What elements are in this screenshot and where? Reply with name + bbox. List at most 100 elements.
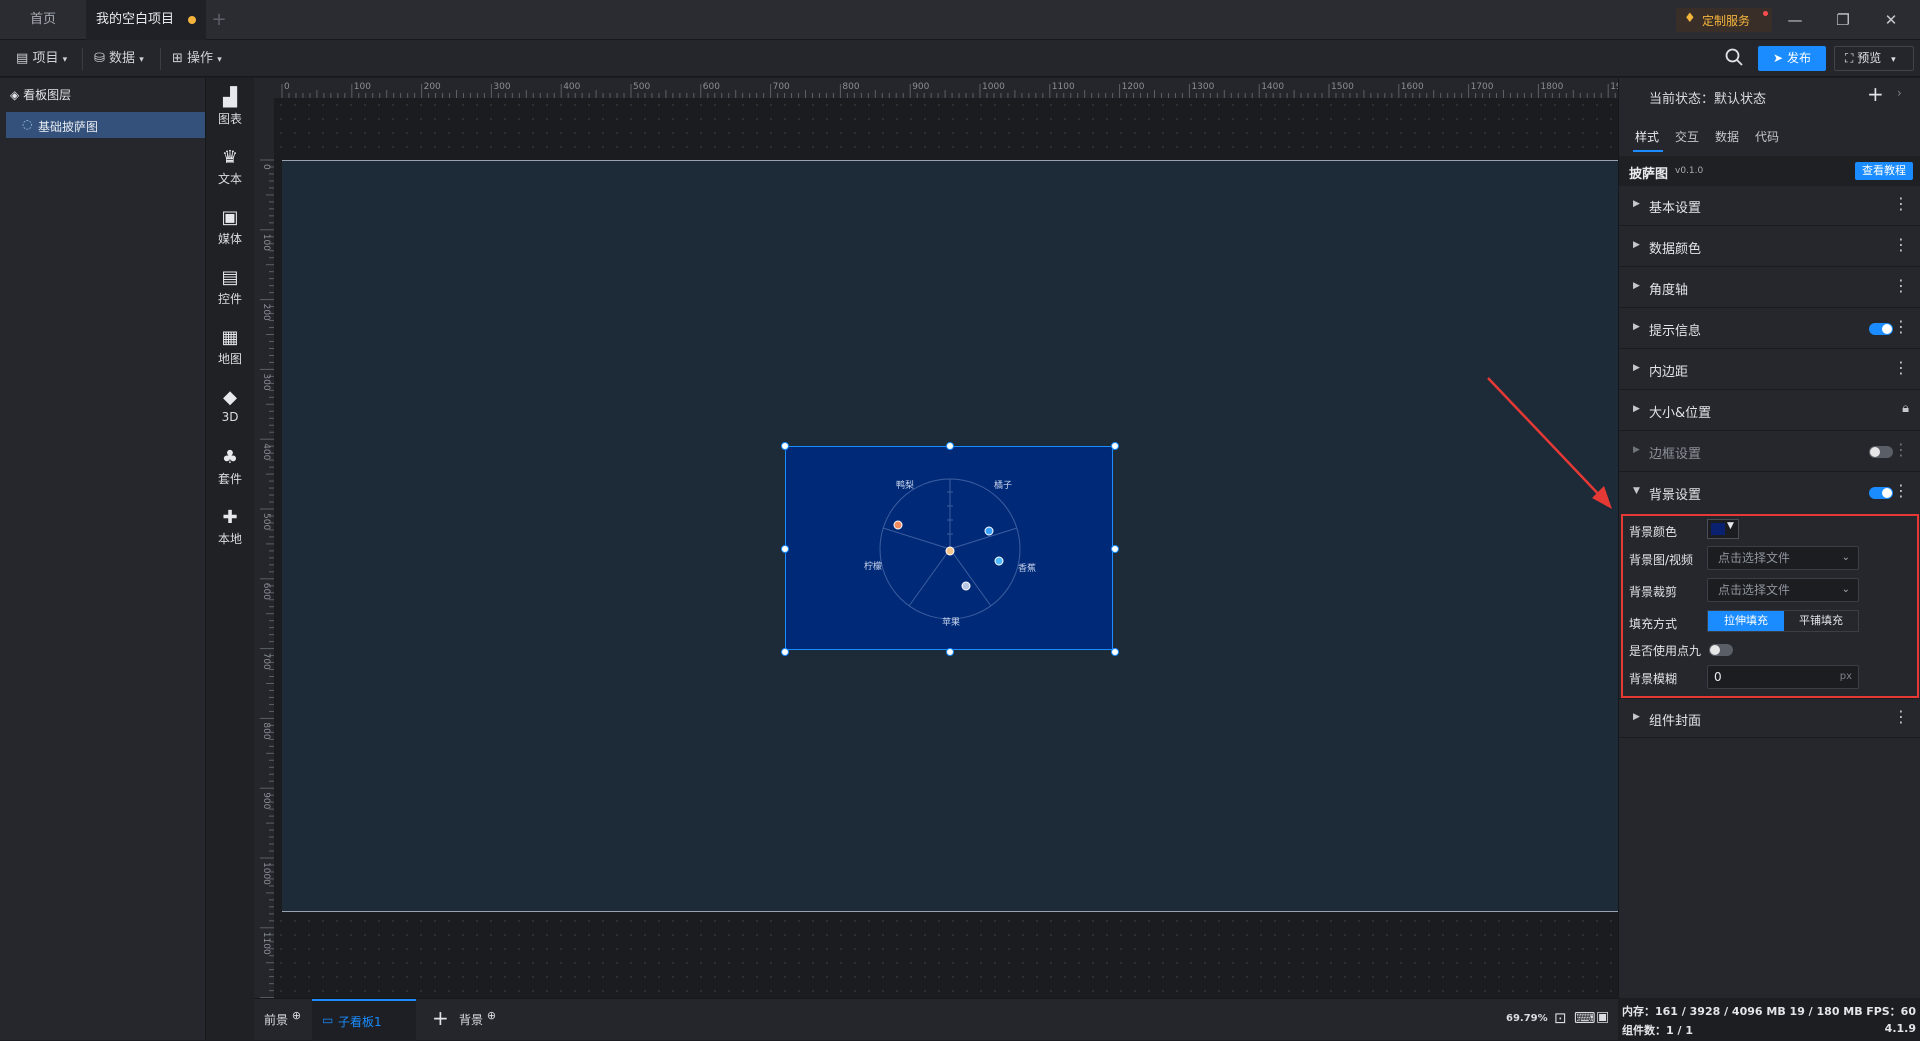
component-widget[interactable]: ▤ 控件 bbox=[206, 268, 254, 307]
section-border[interactable]: ▶ 边框设置 ⋮ bbox=[1619, 432, 1920, 472]
component-local[interactable]: ✚ 本地 bbox=[206, 508, 254, 547]
preview-button[interactable]: ⛶ 预览 ▾ bbox=[1834, 46, 1914, 71]
foreground-tab[interactable]: 前景 ⊕ bbox=[264, 1009, 301, 1028]
resize-handle[interactable] bbox=[1111, 442, 1119, 450]
tooltip-toggle[interactable] bbox=[1869, 323, 1893, 335]
ruler-tick-label: 700 bbox=[261, 653, 271, 670]
border-toggle[interactable] bbox=[1869, 446, 1893, 458]
section-tooltip[interactable]: ▶ 提示信息 ⋮ bbox=[1619, 309, 1920, 349]
resize-handle[interactable] bbox=[946, 442, 954, 450]
resize-handle[interactable] bbox=[946, 648, 954, 656]
fit-screen-icon[interactable]: ⊡ bbox=[1554, 1009, 1567, 1027]
map-icon: ▦ bbox=[221, 327, 239, 348]
more-vert-icon[interactable]: ⋮ bbox=[1893, 235, 1909, 254]
chevron-right-icon[interactable]: › bbox=[1897, 86, 1902, 100]
bg-color-picker[interactable]: ▼ bbox=[1707, 519, 1739, 539]
close-button[interactable]: ✕ bbox=[1868, 0, 1914, 40]
tab-home[interactable]: 首页 bbox=[0, 0, 86, 40]
add-state-button[interactable]: + bbox=[1867, 82, 1884, 106]
lock-icon[interactable]: 🔒︎ bbox=[1902, 401, 1909, 416]
resize-handle[interactable] bbox=[1111, 545, 1119, 553]
bg-image-select[interactable]: 点击选择文件 ⌄ bbox=[1707, 546, 1859, 570]
tutorial-button[interactable]: 查看教程 bbox=[1855, 162, 1913, 180]
horizontal-ruler[interactable]: 0 100 200 300 400 500 600 700 800 900 1000 1100 1200… bbox=[254, 78, 1618, 98]
add-circle-icon[interactable]: ⊕ bbox=[292, 1009, 301, 1022]
tab-data[interactable]: 数据 bbox=[1715, 128, 1739, 145]
ruler-tick-label: 1800 bbox=[1540, 82, 1563, 92]
canvas-area[interactable]: 0 100 200 300 400 500 600 700 800 900 1000 1100 1200… bbox=[254, 78, 1618, 998]
component-map[interactable]: ▦ 地图 bbox=[206, 328, 254, 367]
resize-handle[interactable] bbox=[781, 442, 789, 450]
tab-project[interactable]: 我的空白项目 bbox=[86, 0, 206, 40]
component-3d[interactable]: ◆ 3D bbox=[206, 388, 254, 425]
ruler-tick-label: 800 bbox=[842, 82, 859, 92]
more-vert-icon[interactable]: ⋮ bbox=[1893, 707, 1909, 726]
background-tab[interactable]: 背景 ⊕ bbox=[459, 1009, 496, 1028]
publish-button[interactable]: ➤ 发布 bbox=[1758, 46, 1826, 71]
ruler-tick-label: 1600 bbox=[1401, 82, 1424, 92]
chart-icon: ▟ bbox=[223, 87, 237, 108]
section-size-position[interactable]: ▶ 大小&位置 🔒︎ bbox=[1619, 391, 1920, 431]
fill-tile-option[interactable]: 平铺填充 bbox=[1784, 611, 1858, 631]
nine-patch-label: 是否使用点九 bbox=[1629, 644, 1702, 658]
restore-button[interactable]: ❐ bbox=[1820, 0, 1866, 40]
more-vert-icon[interactable]: ⋮ bbox=[1893, 276, 1909, 295]
custom-service-button[interactable]: ♦ 定制服务 bbox=[1676, 8, 1772, 32]
board-tab-label: 子看板1 bbox=[338, 1015, 382, 1029]
component-text[interactable]: ♛ 文本 bbox=[206, 148, 254, 187]
ruler-tick-label: 1900 bbox=[1610, 82, 1618, 92]
preview-label: 预览 bbox=[1857, 51, 1882, 65]
keyboard-icon[interactable]: ⌨ bbox=[1574, 1009, 1596, 1027]
component-chart[interactable]: ▟ 图表 bbox=[206, 88, 254, 127]
tab-code[interactable]: 代码 bbox=[1755, 128, 1779, 145]
new-tab-button[interactable]: + bbox=[208, 0, 230, 40]
section-background[interactable]: ▼ 背景设置 ⋮ bbox=[1619, 473, 1920, 513]
pizza-chart[interactable]: 鸭梨 橘子 香蕉 苹果 柠檬 bbox=[785, 446, 1113, 650]
layer-item-label: 基础披萨图 bbox=[38, 120, 99, 134]
tab-interaction[interactable]: 交互 bbox=[1675, 128, 1699, 145]
component-suite[interactable]: ♣ 套件 bbox=[206, 448, 254, 487]
more-vert-icon[interactable]: ⋮ bbox=[1893, 481, 1909, 500]
resize-handle[interactable] bbox=[781, 648, 789, 656]
section-cover[interactable]: ▶ 组件封面 ⋮ bbox=[1619, 698, 1920, 738]
section-padding[interactable]: ▶ 内边距 ⋮ bbox=[1619, 350, 1920, 390]
vertical-ruler[interactable]: 0 100 200 300 400 500 600 700 800 900 1000 1100 bbox=[254, 98, 274, 998]
search-icon[interactable] bbox=[1724, 47, 1746, 69]
component-media[interactable]: ▣ 媒体 bbox=[206, 208, 254, 247]
minimize-button[interactable]: — bbox=[1772, 0, 1818, 40]
media-icon: ▣ bbox=[221, 207, 239, 228]
background-toggle[interactable] bbox=[1869, 487, 1893, 499]
section-label: 角度轴 bbox=[1649, 283, 1689, 298]
add-board-button[interactable]: + bbox=[432, 1006, 449, 1030]
ruler-tick-label: 200 bbox=[424, 82, 441, 92]
ruler-tick-label: 300 bbox=[493, 82, 510, 92]
board-tab[interactable]: ▭ 子看板1 bbox=[312, 999, 416, 1041]
more-vert-icon[interactable]: ⋮ bbox=[1893, 194, 1909, 213]
layer-item[interactable]: ◌ 基础披萨图 bbox=[6, 112, 205, 138]
resize-handle[interactable] bbox=[781, 545, 789, 553]
section-angle-axis[interactable]: ▶ 角度轴 ⋮ bbox=[1619, 268, 1920, 308]
add-circle-icon[interactable]: ⊕ bbox=[487, 1009, 496, 1022]
resize-handle[interactable] bbox=[1111, 648, 1119, 656]
section-label: 数据颜色 bbox=[1649, 242, 1702, 257]
terminal-icon[interactable]: ▣ bbox=[1596, 1009, 1609, 1025]
status-bar: 内存：161 / 3928 / 4096 MB 19 / 180 MB FPS：… bbox=[1618, 998, 1920, 1040]
fill-stretch-option[interactable]: 拉伸填充 bbox=[1708, 611, 1784, 631]
menu-operate[interactable]: ⊞ 操作 ▾ bbox=[168, 46, 226, 72]
component-local-label: 本地 bbox=[217, 532, 242, 546]
menu-project[interactable]: ▤ 项目 ▾ bbox=[12, 46, 71, 72]
more-vert-icon[interactable]: ⋮ bbox=[1893, 440, 1909, 459]
nine-patch-toggle[interactable] bbox=[1709, 644, 1733, 656]
more-vert-icon[interactable]: ⋮ bbox=[1893, 358, 1909, 377]
bg-crop-select[interactable]: 点击选择文件 ⌄ bbox=[1707, 578, 1859, 602]
notification-dot bbox=[1763, 11, 1768, 16]
more-vert-icon[interactable]: ⋮ bbox=[1893, 317, 1909, 336]
section-data-color[interactable]: ▶ 数据颜色 ⋮ bbox=[1619, 227, 1920, 267]
bg-blur-unit: px bbox=[1839, 671, 1852, 682]
menu-data[interactable]: ⛁ 数据 ▾ bbox=[90, 46, 148, 72]
section-basic[interactable]: ▶ 基本设置 ⋮ bbox=[1619, 186, 1920, 226]
bg-blur-input[interactable]: 0 px bbox=[1707, 665, 1859, 689]
tab-style[interactable]: 样式 bbox=[1635, 128, 1659, 145]
zoom-level[interactable]: 69.79% bbox=[1506, 1013, 1548, 1024]
text-icon: ♛ bbox=[221, 147, 239, 168]
